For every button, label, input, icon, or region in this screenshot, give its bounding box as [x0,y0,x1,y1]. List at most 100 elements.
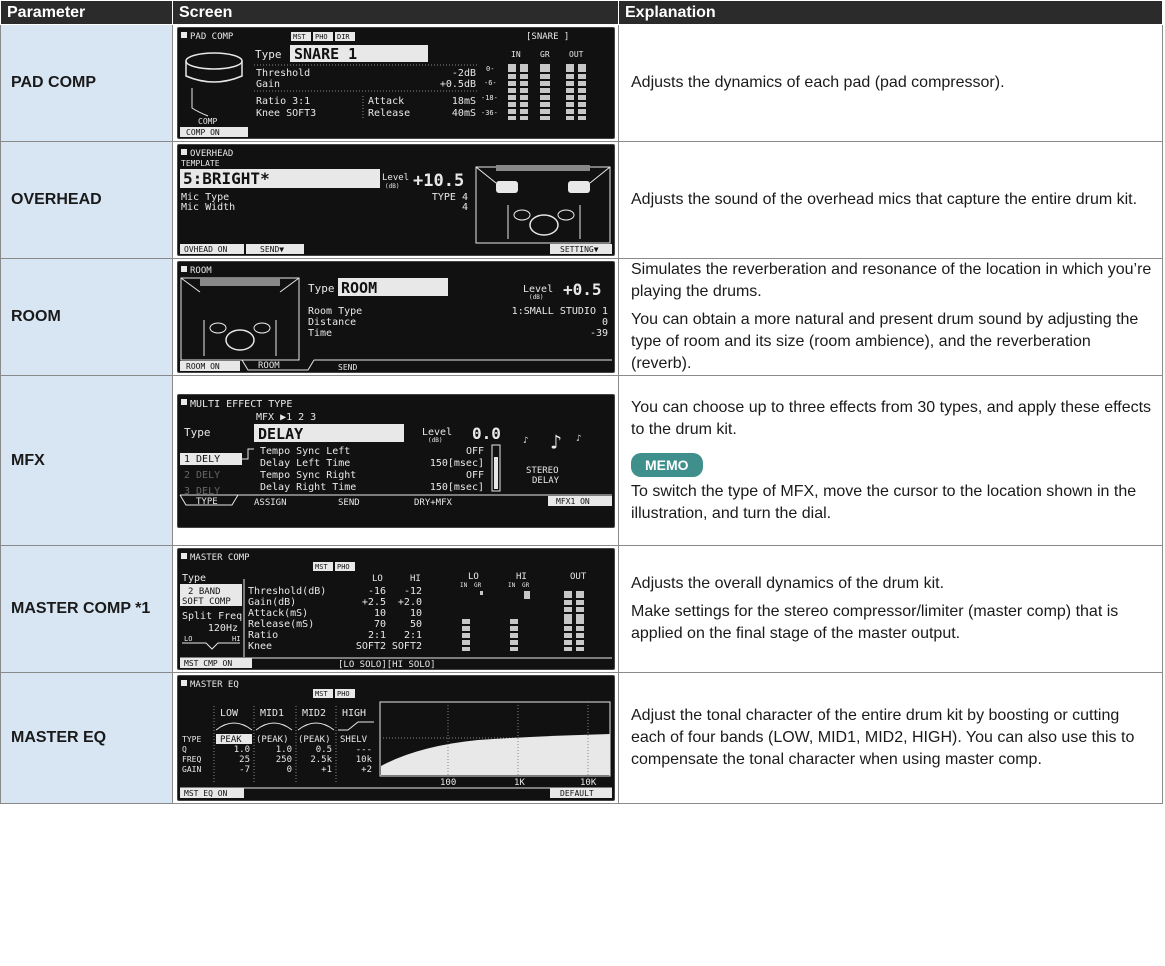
svg-text:150[msec]: 150[msec] [430,458,484,469]
explanation-cell: You can choose up to three effects from … [618,375,1163,546]
svg-text:+10.5: +10.5 [413,171,464,191]
svg-text:Delay Left Time: Delay Left Time [260,458,350,469]
screen-cell: MASTER EQ MST PHO LOW MID1 MID2 HIGH TYP… [172,672,619,804]
svg-text:5:BRIGHT*: 5:BRIGHT* [183,169,270,188]
svg-text:(PEAK): (PEAK) [256,735,289,745]
svg-text:120Hz: 120Hz [208,623,238,634]
svg-text:OVHEAD ON: OVHEAD ON [184,245,228,254]
svg-text:PHO: PHO [315,33,328,41]
svg-text:ROOM: ROOM [341,279,377,297]
svg-text:ROOM: ROOM [258,361,280,371]
param-room: ROOM [0,258,173,376]
header-parameter: Parameter [0,0,173,25]
explanation-text: To switch the type of MFX, move the curs… [631,482,1137,522]
svg-text:IN: IN [511,50,521,59]
table-row: OVERHEAD OVERHEAD TEMPLATE 5:BRIGHT* Lev… [0,141,1163,259]
svg-text:(PEAK): (PEAK) [298,735,331,745]
svg-text:0.5: 0.5 [316,745,332,755]
svg-text:MASTER COMP: MASTER COMP [190,553,250,563]
svg-text:+2: +2 [361,765,372,775]
svg-text:MST: MST [315,563,328,571]
svg-text:40mS: 40mS [452,108,476,119]
svg-text:(dB): (dB) [428,437,442,444]
badges: MST PHO DIR [291,32,355,41]
svg-text:-2dB: -2dB [452,68,476,79]
svg-text:1.0: 1.0 [276,745,292,755]
svg-text:LO: LO [184,635,192,643]
svg-text:Tempo Sync Left: Tempo Sync Left [260,446,350,457]
svg-text:OVERHEAD: OVERHEAD [190,149,233,159]
table-row: MASTER EQ MASTER EQ MST PHO LOW MID1 MID… [0,672,1163,804]
svg-text:Release: Release [368,108,410,119]
svg-text:TEMPLATE: TEMPLATE [181,159,220,168]
svg-text:+0.5dB: +0.5dB [440,79,476,90]
table-header-row: Parameter Screen Explanation [0,0,1163,25]
svg-text:Threshold: Threshold [256,68,310,79]
svg-text:STEREO: STEREO [526,466,559,476]
svg-text:OUT: OUT [570,572,587,582]
svg-text:IN: IN [508,582,516,589]
svg-text:Gain(dB): Gain(dB) [248,597,296,608]
param-overhead: OVERHEAD [0,141,173,259]
svg-text:LO: LO [372,574,383,584]
svg-text:Distance: Distance [308,317,356,328]
explanation-text: You can obtain a more natural and presen… [631,311,1139,372]
svg-text:100: 100 [440,778,456,788]
svg-text:LO: LO [468,572,479,582]
svg-text:Attack: Attack [368,96,404,107]
svg-text:4: 4 [462,202,468,213]
svg-text:HIGH: HIGH [342,708,366,719]
svg-text:Type: Type [308,282,335,295]
svg-text:SETTING▼: SETTING▼ [560,245,599,254]
svg-text:Tempo Sync Right: Tempo Sync Right [260,470,356,481]
svg-text:0: 0 [602,317,608,328]
svg-text:Q: Q [182,745,187,754]
screen-cell: MULTI EFFECT TYPE MFX ▶1 2 3 Type DELAY … [172,375,619,546]
explanation-text: Adjusts the dynamics of each pad (pad co… [631,74,1005,91]
svg-text:SHELV: SHELV [340,735,368,745]
svg-text:0-: 0- [486,65,494,73]
svg-text:150[msec]: 150[msec] [430,482,484,493]
svg-text:HI: HI [232,635,240,643]
svg-text:GAIN: GAIN [182,765,201,774]
svg-text:[SNARE ]: [SNARE ] [526,32,569,42]
svg-text:-18-: -18- [481,94,498,102]
svg-text:0.0: 0.0 [472,424,501,443]
svg-text:Room Type: Room Type [308,306,362,317]
svg-text:COMP ON: COMP ON [186,128,220,137]
explanation-cell: Adjusts the overall dynamics of the drum… [618,545,1163,673]
svg-text:DEFAULT: DEFAULT [560,789,594,798]
svg-text:DELAY: DELAY [532,476,560,486]
svg-text:MST: MST [315,690,328,698]
svg-text:PHO: PHO [337,690,350,698]
svg-text:MFX1 ON: MFX1 ON [556,497,590,506]
param-master-eq: MASTER EQ [0,672,173,804]
music-note-icon: ♪ [550,430,562,454]
svg-text:COMP: COMP [198,117,217,126]
svg-text:OUT: OUT [569,50,584,59]
svg-text:(dB): (dB) [529,294,543,301]
svg-text:10k: 10k [356,755,373,765]
svg-text:+1: +1 [321,765,332,775]
svg-text:SOFT2: SOFT2 [356,641,386,652]
svg-text:1:SMALL STUDIO 1: 1:SMALL STUDIO 1 [512,306,608,317]
svg-text:250: 250 [276,755,292,765]
svg-text:SOFT COMP: SOFT COMP [182,597,231,607]
svg-text:GR: GR [474,582,482,589]
svg-text:1.0: 1.0 [234,745,250,755]
svg-text:SEND▼: SEND▼ [260,245,284,254]
svg-text:1K: 1K [514,778,525,788]
svg-text:MST EQ ON: MST EQ ON [184,789,228,798]
svg-text:OFF: OFF [466,446,484,457]
explanation-text: Make settings for the stereo compressor/… [631,603,1119,642]
svg-text:Split Freq: Split Freq [182,611,242,622]
svg-text:2:1: 2:1 [404,630,422,641]
svg-text:SEND: SEND [338,363,357,372]
svg-text:MASTER EQ: MASTER EQ [190,680,239,690]
svg-text:PHO: PHO [337,563,350,571]
svg-text:MST CMP ON: MST CMP ON [184,659,232,668]
table-row: ROOM ROOM Type ROOM Level (dB) +0.5 Room… [0,258,1163,376]
svg-text:FREQ: FREQ [182,755,201,764]
master-eq-lcd-screenshot: MASTER EQ MST PHO LOW MID1 MID2 HIGH TYP… [177,675,615,801]
svg-text:ROOM: ROOM [190,266,212,276]
